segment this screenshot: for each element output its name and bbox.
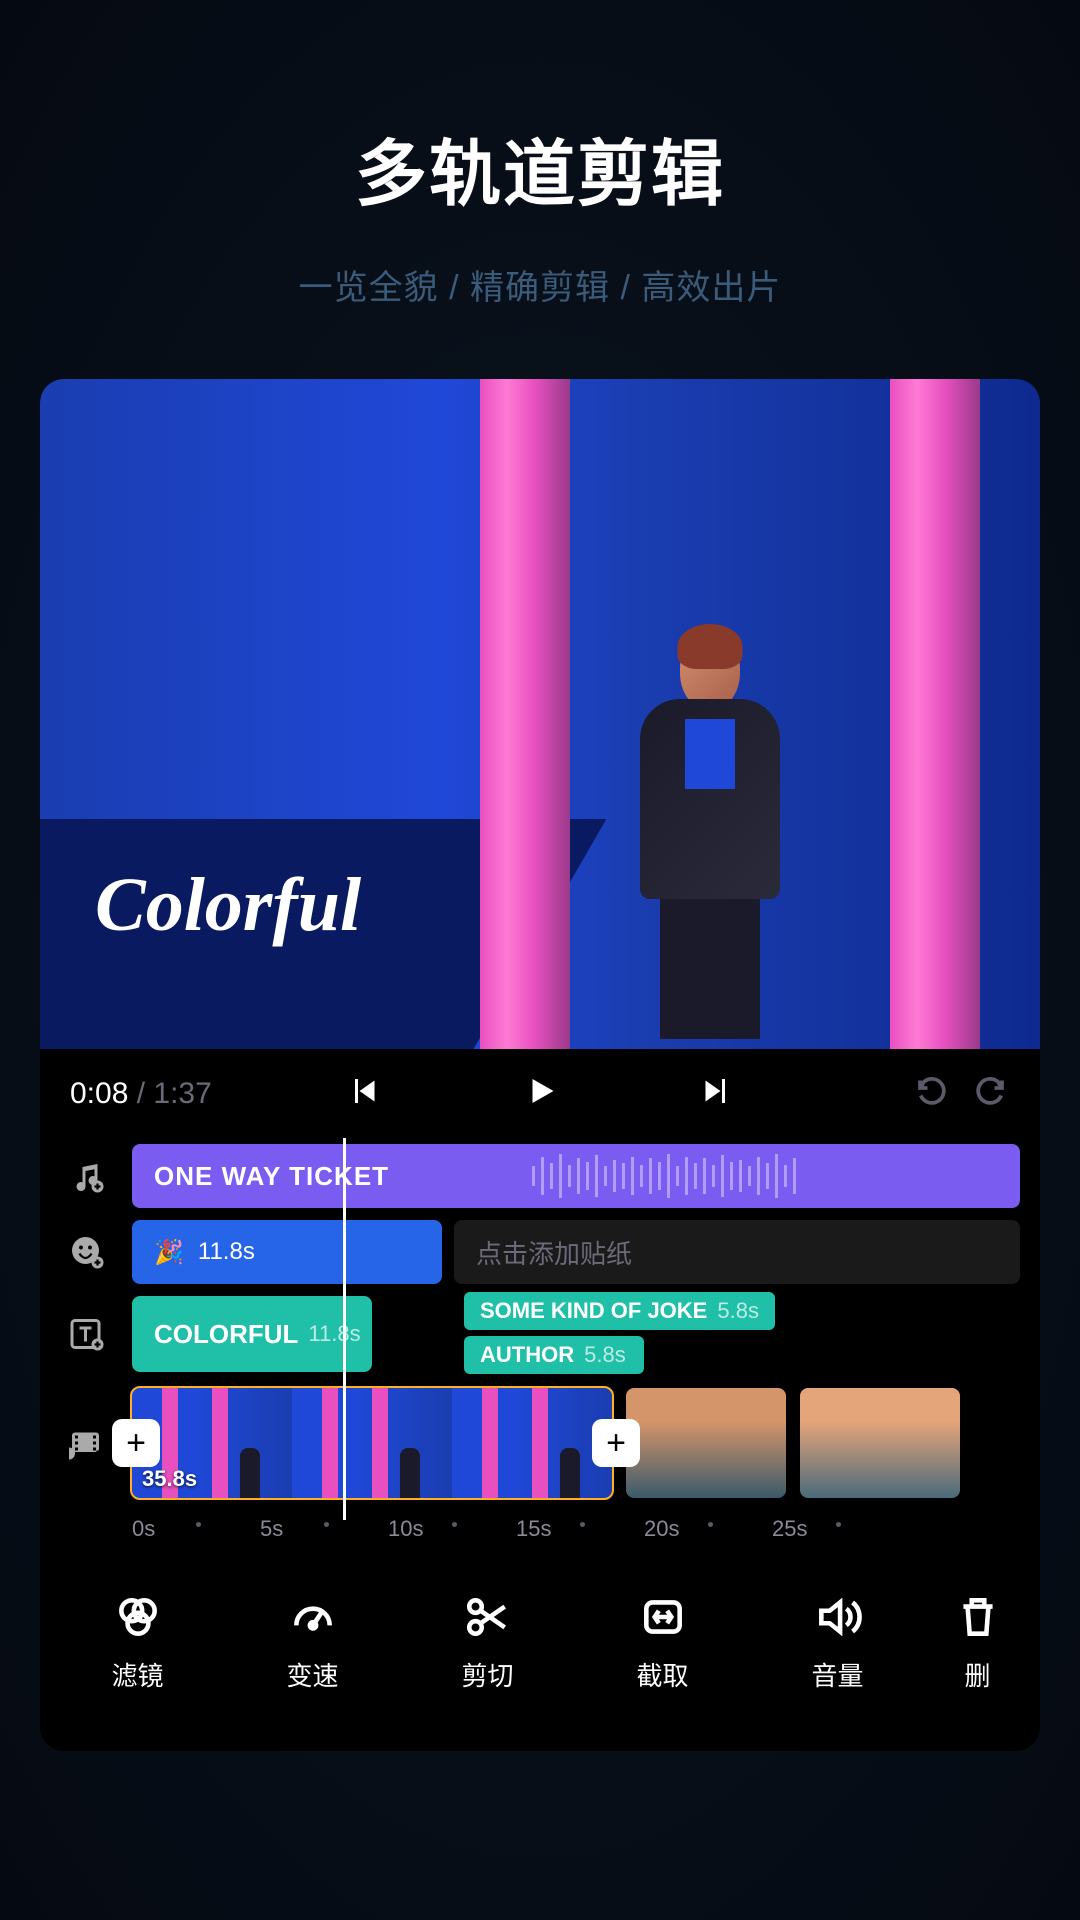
- filter-label: 滤镜: [111, 1656, 163, 1693]
- add-audio-icon[interactable]: [60, 1158, 114, 1194]
- prev-button[interactable]: [346, 1073, 382, 1114]
- video-track-row: + 35.8s +: [40, 1378, 1040, 1508]
- video-preview[interactable]: Colorful: [40, 379, 1040, 1049]
- bottom-toolbar: 滤镜 变速 剪切 截取 音量 删: [40, 1558, 1040, 1751]
- text-clip-sub2[interactable]: AUTHOR 5.8s: [464, 1336, 644, 1374]
- cut-label: 剪切: [461, 1656, 513, 1693]
- play-button[interactable]: [522, 1073, 558, 1114]
- text-clip-sub1[interactable]: SOME KIND OF JOKE 5.8s: [464, 1292, 775, 1330]
- delete-tool[interactable]: 删: [933, 1592, 1023, 1693]
- add-clip-before[interactable]: +: [112, 1419, 160, 1467]
- filter-tool[interactable]: 滤镜: [58, 1592, 218, 1693]
- text-clip-label: COLORFUL: [154, 1319, 298, 1350]
- sticker-emoji: 🎉: [154, 1238, 184, 1267]
- crop-icon: [638, 1592, 688, 1642]
- add-sticker-icon[interactable]: [60, 1234, 114, 1270]
- trash-icon: [953, 1592, 1003, 1642]
- audio-waveform: [532, 1144, 1020, 1208]
- speed-tool[interactable]: 变速: [233, 1592, 393, 1693]
- ruler-mark: 5s: [260, 1516, 388, 1538]
- sticker-clip[interactable]: 🎉 11.8s: [132, 1220, 442, 1284]
- ruler-mark: 20s: [644, 1516, 772, 1538]
- volume-icon: [813, 1592, 863, 1642]
- duration: 1:37: [153, 1077, 211, 1110]
- time-display: 0:08 / 1:37: [70, 1077, 212, 1111]
- text-clip-duration: 11.8s: [308, 1321, 360, 1347]
- transport-bar: 0:08 / 1:37: [40, 1049, 1040, 1138]
- add-sticker-placeholder[interactable]: 点击添加贴纸: [454, 1220, 1020, 1284]
- playhead[interactable]: [343, 1138, 346, 1520]
- sticker-track-row: 🎉 11.8s 点击添加贴纸: [40, 1214, 1040, 1290]
- crop-label: 截取: [636, 1656, 688, 1693]
- ruler-mark: 10s: [388, 1516, 516, 1538]
- audio-clip-label: ONE WAY TICKET: [154, 1161, 389, 1192]
- next-button[interactable]: [698, 1073, 734, 1114]
- video-clip-3[interactable]: [800, 1388, 960, 1498]
- filter-icon: [113, 1592, 163, 1642]
- volume-tool[interactable]: 音量: [758, 1592, 918, 1693]
- page-subtitle: 一览全貌 / 精确剪辑 / 高效出片: [299, 260, 782, 309]
- volume-label: 音量: [811, 1656, 863, 1693]
- audio-track-row: ONE WAY TICKET: [40, 1138, 1040, 1214]
- redo-button[interactable]: [970, 1073, 1010, 1114]
- audio-clip[interactable]: ONE WAY TICKET: [132, 1144, 1020, 1208]
- add-text-icon[interactable]: [60, 1316, 114, 1352]
- cut-tool[interactable]: 剪切: [408, 1592, 568, 1693]
- scissors-icon: [463, 1592, 513, 1642]
- ruler-mark: 15s: [516, 1516, 644, 1538]
- video-clip-1[interactable]: 35.8s: [132, 1388, 612, 1498]
- current-time: 0:08: [70, 1077, 128, 1110]
- add-clip-after[interactable]: +: [592, 1419, 640, 1467]
- ruler-mark: 25s: [772, 1516, 900, 1538]
- undo-button[interactable]: [912, 1073, 952, 1114]
- delete-label: 删: [964, 1656, 990, 1693]
- preview-text-overlay: Colorful: [95, 862, 361, 949]
- crop-tool[interactable]: 截取: [583, 1592, 743, 1693]
- timeline-ruler[interactable]: 0s 5s 10s 15s 20s 25s: [40, 1508, 1040, 1558]
- video-clip-1-duration: 35.8s: [142, 1466, 197, 1492]
- text-track-row: COLORFUL 11.8s SOME KIND OF JOKE 5.8s AU…: [40, 1290, 1040, 1378]
- page-title: 多轨道剪辑: [355, 115, 725, 220]
- add-video-icon[interactable]: [60, 1425, 114, 1461]
- sticker-duration: 11.8s: [198, 1238, 255, 1266]
- editor-panel: Colorful 0:08 / 1:37: [40, 379, 1040, 1751]
- speed-icon: [288, 1592, 338, 1642]
- speed-label: 变速: [286, 1656, 338, 1693]
- text-clip-main[interactable]: COLORFUL 11.8s: [132, 1296, 372, 1372]
- video-clip-2[interactable]: [626, 1388, 786, 1498]
- ruler-mark: 0s: [132, 1516, 260, 1538]
